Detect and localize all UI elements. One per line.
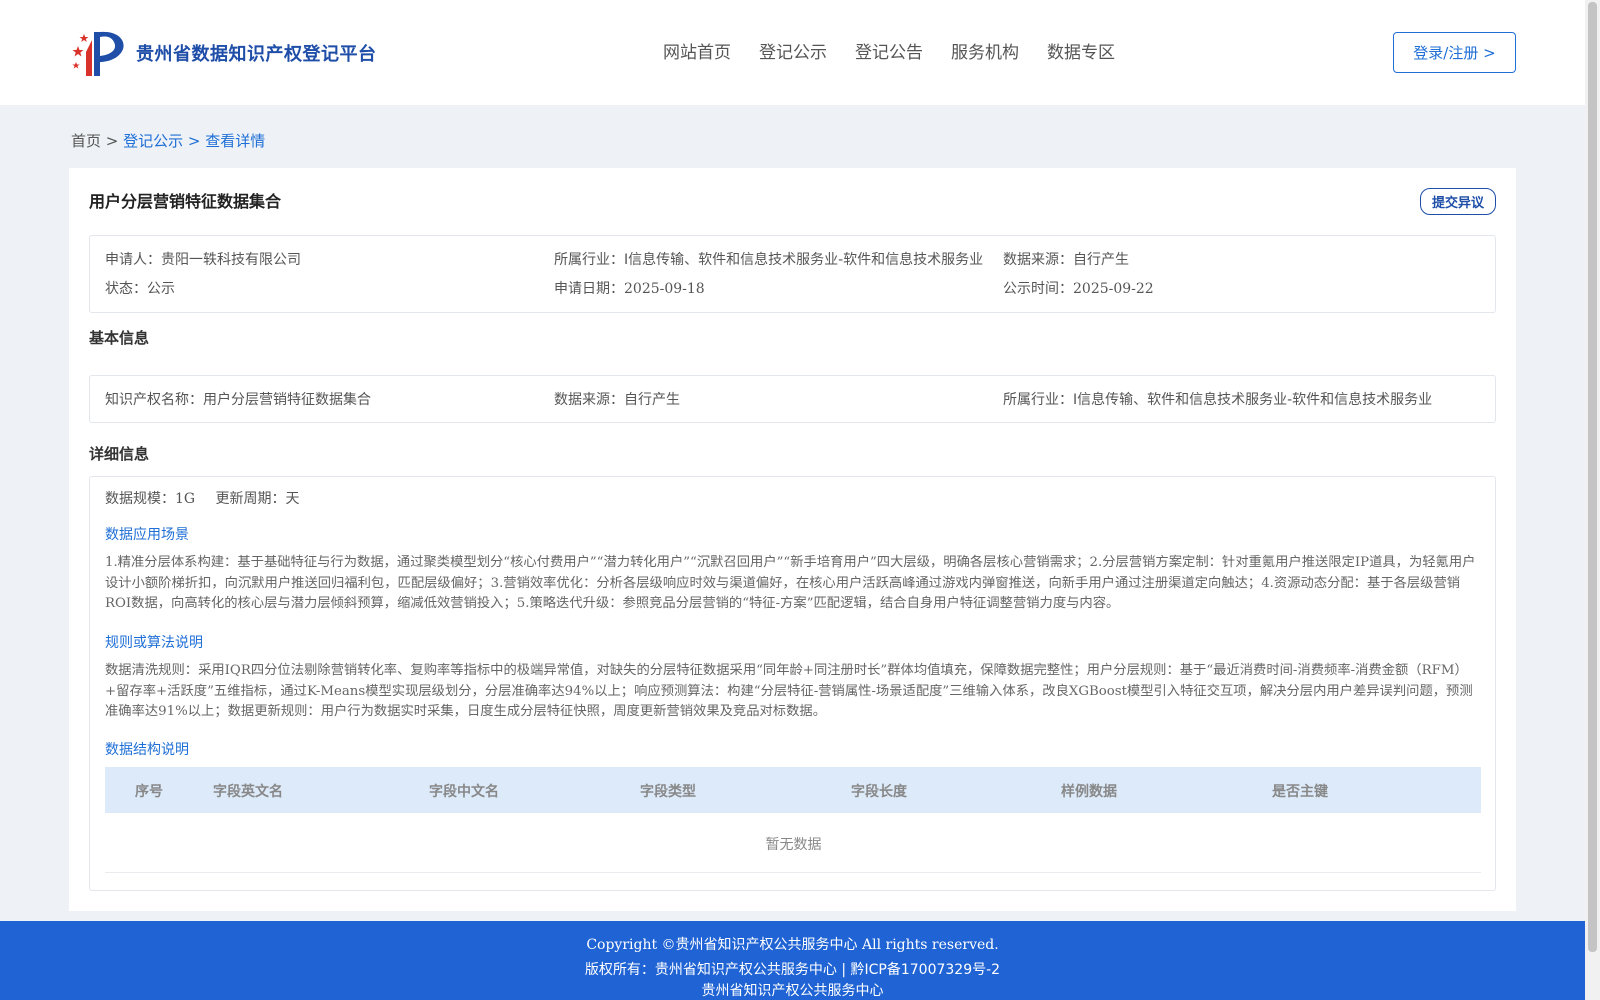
scale-cycle-field: 数据规模：1G 更新周期：天 (105, 488, 300, 508)
breadcrumb-current: 查看详情 (205, 132, 266, 150)
ip-name-field: 知识产权名称：用户分层营销特征数据集合 (105, 389, 371, 409)
nav-registration-announcement[interactable]: 登记公告 (855, 38, 923, 63)
publish-time-label: 公示时间： (1003, 281, 1073, 297)
th-index: 序号 (135, 784, 163, 800)
nav-service-agencies[interactable]: 服务机构 (951, 38, 1019, 63)
status-value: 公示 (147, 281, 175, 297)
industry-value: I信息传输、软件和信息技术服务业-软件和信息技术服务业 (624, 252, 984, 268)
th-field-cn: 字段中文名 (429, 784, 499, 800)
scale-label: 数据规模： (105, 491, 175, 507)
site-logo[interactable]: 贵州省数据知识产权登记平台 (70, 26, 377, 80)
footer-icp: 版权所有：贵州省知识产权公共服务中心 | 黔ICP备17007329号-2 (584, 962, 1001, 978)
detail-info-panel: 数据规模：1G 更新周期：天 数据应用场景 1.精准分层体系构建：基于基础特征与… (89, 476, 1496, 891)
rules-text: 数据清洗规则：采用IQR四分位法剔除营销转化率、复购率等指标中的极端异常值，对缺… (105, 663, 1473, 719)
site-footer: Copyright ©贵州省知识产权公共服务中心 All rights rese… (0, 921, 1585, 1000)
scrollbar-thumb[interactable] (1588, 2, 1597, 952)
logo-emblem-icon (72, 31, 124, 76)
summary-panel: 申请人：贵阳一轶科技有限公司 所属行业：I信息传输、软件和信息技术服务业-软件和… (89, 235, 1496, 313)
th-sample-data: 样例数据 (1061, 784, 1117, 800)
scenario-text: 1.精准分层体系构建：基于基础特征与行为数据，通过聚类模型划分“核心付费用户”“… (105, 555, 1476, 611)
apply-date-label: 申请日期： (554, 281, 624, 297)
cycle-value: 天 (285, 491, 300, 507)
cycle-label: 更新周期： (215, 491, 286, 507)
source-value: 自行产生 (1073, 252, 1129, 268)
structure-title: 数据结构说明 (105, 742, 189, 758)
basic-source-value: 自行产生 (624, 392, 680, 408)
nav-home[interactable]: 网站首页 (663, 38, 731, 63)
status-field: 状态：公示 (105, 278, 175, 298)
basic-industry-value: I信息传输、软件和信息技术服务业-软件和信息技术服务业 (1073, 392, 1433, 408)
footer-organization: 贵州省知识产权公共服务中心 (701, 983, 884, 999)
source-field: 数据来源：自行产生 (1003, 249, 1129, 269)
site-header: 贵州省数据知识产权登记平台 网站首页 登记公示 登记公告 服务机构 数据专区 登… (0, 0, 1585, 105)
ip-name-label: 知识产权名称： (105, 392, 203, 408)
basic-info-panel: 知识产权名称：用户分层营销特征数据集合 数据来源：自行产生 所属行业：I信息传输… (89, 375, 1496, 423)
detail-info-title: 详细信息 (89, 445, 150, 463)
ip-name-value: 用户分层营销特征数据集合 (203, 392, 371, 408)
apply-date-field: 申请日期：2025-09-18 (554, 278, 705, 298)
industry-field: 所属行业：I信息传输、软件和信息技术服务业-软件和信息技术服务业 (554, 249, 983, 269)
main-nav: 网站首页 登记公示 登记公告 服务机构 数据专区 (663, 38, 1143, 63)
basic-industry-label: 所属行业： (1003, 392, 1073, 408)
footer-copyright: Copyright ©贵州省知识产权公共服务中心 All rights rese… (586, 937, 999, 953)
basic-source-label: 数据来源： (554, 392, 624, 408)
th-primary-key: 是否主键 (1272, 784, 1328, 800)
applicant-label: 申请人： (105, 252, 161, 268)
rules-title: 规则或算法说明 (105, 635, 203, 651)
th-field-length: 字段长度 (851, 784, 907, 800)
table-empty-text: 暂无数据 (765, 837, 822, 853)
structure-table-header: 序号 字段英文名 字段中文名 字段类型 字段长度 样例数据 是否主键 (105, 767, 1481, 813)
industry-label: 所属行业： (554, 252, 624, 268)
scale-value: 1G (175, 491, 196, 507)
basic-source-field: 数据来源：自行产生 (554, 389, 680, 409)
breadcrumb-home[interactable]: 首页 > (71, 132, 118, 150)
table-bottom-divider (105, 872, 1481, 873)
scenario-title: 数据应用场景 (105, 527, 189, 543)
breadcrumb: 首页 > 登记公示 > 查看详情 (71, 130, 265, 151)
applicant-field: 申请人：贵阳一轶科技有限公司 (105, 249, 301, 269)
th-field-type: 字段类型 (640, 784, 696, 800)
basic-info-title: 基本信息 (89, 329, 150, 347)
nav-data-zone[interactable]: 数据专区 (1047, 38, 1115, 63)
nav-registration-publicity[interactable]: 登记公示 (759, 38, 827, 63)
breadcrumb-publicity[interactable]: 登记公示 > (123, 132, 200, 150)
site-name: 贵州省数据知识产权登记平台 (136, 44, 377, 65)
apply-date-value: 2025-09-18 (624, 281, 705, 297)
publish-time-field: 公示时间：2025-09-22 (1003, 278, 1154, 298)
page-scrollbar[interactable] (1585, 0, 1600, 1000)
source-label: 数据来源： (1003, 252, 1073, 268)
publish-time-value: 2025-09-22 (1073, 281, 1154, 297)
status-label: 状态： (105, 281, 147, 297)
login-register-button[interactable]: 登录/注册 > (1393, 32, 1516, 73)
detail-card: 用户分层营销特征数据集合 提交异议 申请人：贵阳一轶科技有限公司 所属行业：I信… (69, 168, 1516, 911)
page-title: 用户分层营销特征数据集合 (89, 192, 282, 211)
submit-objection-button[interactable]: 提交异议 (1420, 188, 1496, 215)
applicant-value: 贵阳一轶科技有限公司 (161, 252, 301, 268)
th-field-en: 字段英文名 (213, 784, 283, 800)
basic-industry-field: 所属行业：I信息传输、软件和信息技术服务业-软件和信息技术服务业 (1003, 389, 1432, 409)
